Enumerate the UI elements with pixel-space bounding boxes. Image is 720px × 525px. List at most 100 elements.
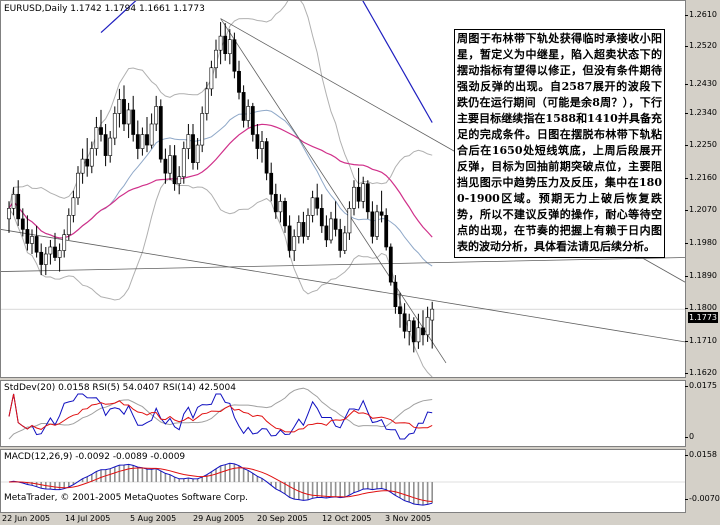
y-tick-label: 1.2340 [685, 108, 717, 117]
x-tick-label: 14 Jul 2005 [65, 514, 111, 523]
bear-candle [269, 172, 274, 195]
bull-candle [140, 134, 145, 149]
bull-candle [352, 186, 356, 209]
current-price-tag: 1.1773 [688, 312, 718, 323]
bull-candle [278, 200, 283, 213]
bear-candle [250, 106, 255, 135]
bull-candle [214, 49, 218, 69]
bear-candle [16, 193, 21, 220]
y-tick-label: 1.2250 [685, 140, 717, 149]
bear-candle [53, 246, 57, 258]
bull-candle [416, 327, 421, 343]
bull-candle [186, 134, 191, 149]
bull-candle [76, 172, 80, 199]
bear-candle [223, 35, 228, 55]
bull-candle [71, 197, 76, 216]
bear-candle [393, 281, 398, 308]
trendline-steep [220, 18, 447, 364]
bull-candle [195, 144, 200, 163]
bear-candle [411, 320, 416, 343]
bull-candle [292, 236, 297, 251]
bull-candle [310, 197, 315, 216]
stddev-rsi-pane[interactable]: StdDev(20) 0.0158 RSI(5) 54.0407 RSI(14)… [0, 380, 686, 447]
y-tick-label: 1.2070 [685, 205, 717, 214]
y-tick-label: 1.1710 [685, 336, 717, 345]
bull-candle [296, 222, 301, 237]
bull-candle [430, 308, 435, 321]
bull-candle [117, 99, 122, 114]
bull-candle [149, 123, 154, 146]
copyright-footer: MetaTrader, © 2001-2005 MetaQuotes Softw… [4, 493, 249, 503]
bull-candle [43, 253, 48, 265]
bear-candle [319, 208, 324, 227]
macd-header: MACD(12,26,9) -0.0092 -0.0089 -0.0009 [4, 452, 186, 462]
bear-candle [135, 134, 140, 149]
bull-candle [200, 113, 205, 146]
bull-candle [361, 183, 366, 202]
bull-candle [407, 320, 412, 332]
bull-candle [260, 141, 264, 149]
moving-average-magenta [8, 123, 433, 239]
y-tick-label: 0.0158 [685, 450, 717, 459]
y-tick-label: 1.2430 [685, 79, 717, 88]
bear-candle [379, 211, 384, 216]
bull-candle [48, 246, 53, 255]
bear-candle [264, 141, 269, 174]
bear-candle [237, 70, 241, 93]
bear-candle [241, 92, 246, 121]
x-tick-label: 12 Oct 2005 [322, 514, 372, 523]
x-tick-label: 5 Aug 2005 [130, 514, 177, 523]
bear-candle [301, 222, 306, 237]
bear-candle [158, 106, 163, 160]
bear-candle [273, 193, 278, 213]
bear-candle [338, 229, 343, 251]
bull-candle [11, 193, 16, 209]
bull-candle [218, 35, 223, 51]
bull-candle [342, 232, 347, 251]
y-tick-label: 1.2160 [685, 173, 717, 182]
y-tick-label: 0 [684, 432, 695, 441]
bull-candle [30, 236, 34, 244]
bull-candle [112, 113, 117, 139]
y-tick-label: -0.0070 [685, 494, 720, 503]
bull-candle [62, 234, 67, 251]
bear-candle [356, 186, 361, 202]
price-chart-header: EURUSD,Daily 1.1742 1.1794 1.1661 1.1773 [4, 4, 205, 14]
analysis-annotation: 周图于布林带下轨处获得临时承接收小阳星，暂定义为中继星，陷入超卖状态下的摆动指标… [454, 29, 665, 258]
stddev-rsi-header: StdDev(20) 0.0158 RSI(5) 54.0407 RSI(14)… [4, 383, 236, 393]
bear-candle [402, 313, 407, 332]
bear-candle [85, 158, 90, 167]
bear-candle [324, 225, 329, 241]
bear-candle [255, 134, 260, 149]
time-axis: 22 Jun 2005 14 Jul 2005 5 Aug 2005 29 Au… [0, 513, 720, 525]
bear-candle [232, 39, 237, 72]
bear-candle [287, 225, 292, 251]
bear-candle [25, 229, 30, 244]
bull-candle [108, 137, 113, 156]
bull-candle [246, 106, 251, 121]
y-tick-label: 1.1890 [685, 271, 717, 280]
bear-candle [388, 246, 393, 283]
bull-candle [227, 39, 232, 55]
bull-candle [347, 208, 352, 234]
bull-candle [154, 106, 159, 125]
bull-candle [329, 218, 333, 241]
bear-candle [34, 236, 39, 253]
rsi5-line [8, 393, 433, 440]
bear-candle [365, 183, 370, 213]
price-chart-pane[interactable]: EURUSD,Daily 1.1742 1.1794 1.1661 1.1773… [0, 0, 686, 378]
y-tick-label: 0.0175 [685, 381, 717, 390]
x-tick-label: 29 Aug 2005 [193, 514, 245, 523]
bull-candle [375, 211, 379, 237]
bear-candle [333, 218, 338, 230]
y-tick-label: 1.1800 [685, 303, 717, 312]
bull-candle [126, 109, 131, 125]
bull-candle [204, 88, 209, 114]
x-tick-label: 3 Nov 2005 [385, 514, 432, 523]
bear-candle [283, 200, 287, 227]
bear-candle [163, 158, 168, 174]
macd-pane[interactable]: MACD(12,26,9) -0.0092 -0.0089 -0.0009 Me… [0, 449, 686, 513]
bull-candle [7, 208, 11, 220]
bear-candle [122, 99, 126, 125]
bear-candle [20, 218, 25, 230]
